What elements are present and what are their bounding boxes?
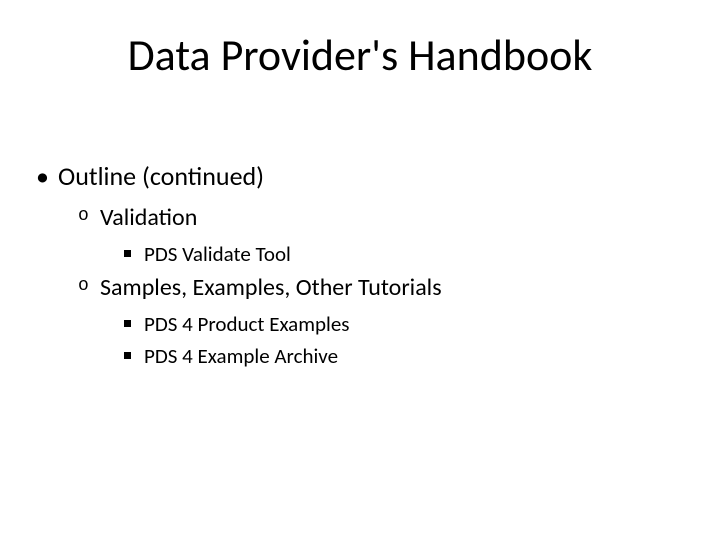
bullet-section-validation: Validation (36, 203, 684, 233)
item-label: PDS 4 Example Archive (144, 343, 338, 369)
slide-body: Outline (continued) Validation PDS Valid… (36, 160, 684, 375)
bullet-outline-heading: Outline (continued) (36, 160, 684, 193)
item-label: PDS Validate Tool (144, 241, 291, 267)
outline-heading-text: Outline (continued) (58, 160, 264, 192)
section-label: Samples, Examples, Other Tutorials (100, 273, 442, 302)
bullet-item-pds4-example-archive: PDS 4 Example Archive (36, 343, 684, 369)
bullet-item-pds-validate-tool: PDS Validate Tool (36, 241, 684, 267)
slide-title: Data Provider's Handbook (0, 28, 720, 82)
bullet-item-pds4-product-examples: PDS 4 Product Examples (36, 311, 684, 337)
item-label: PDS 4 Product Examples (144, 311, 350, 337)
section-label: Validation (100, 203, 197, 232)
slide: Data Provider's Handbook Outline (contin… (0, 0, 720, 540)
bullet-section-samples: Samples, Examples, Other Tutorials (36, 273, 684, 303)
